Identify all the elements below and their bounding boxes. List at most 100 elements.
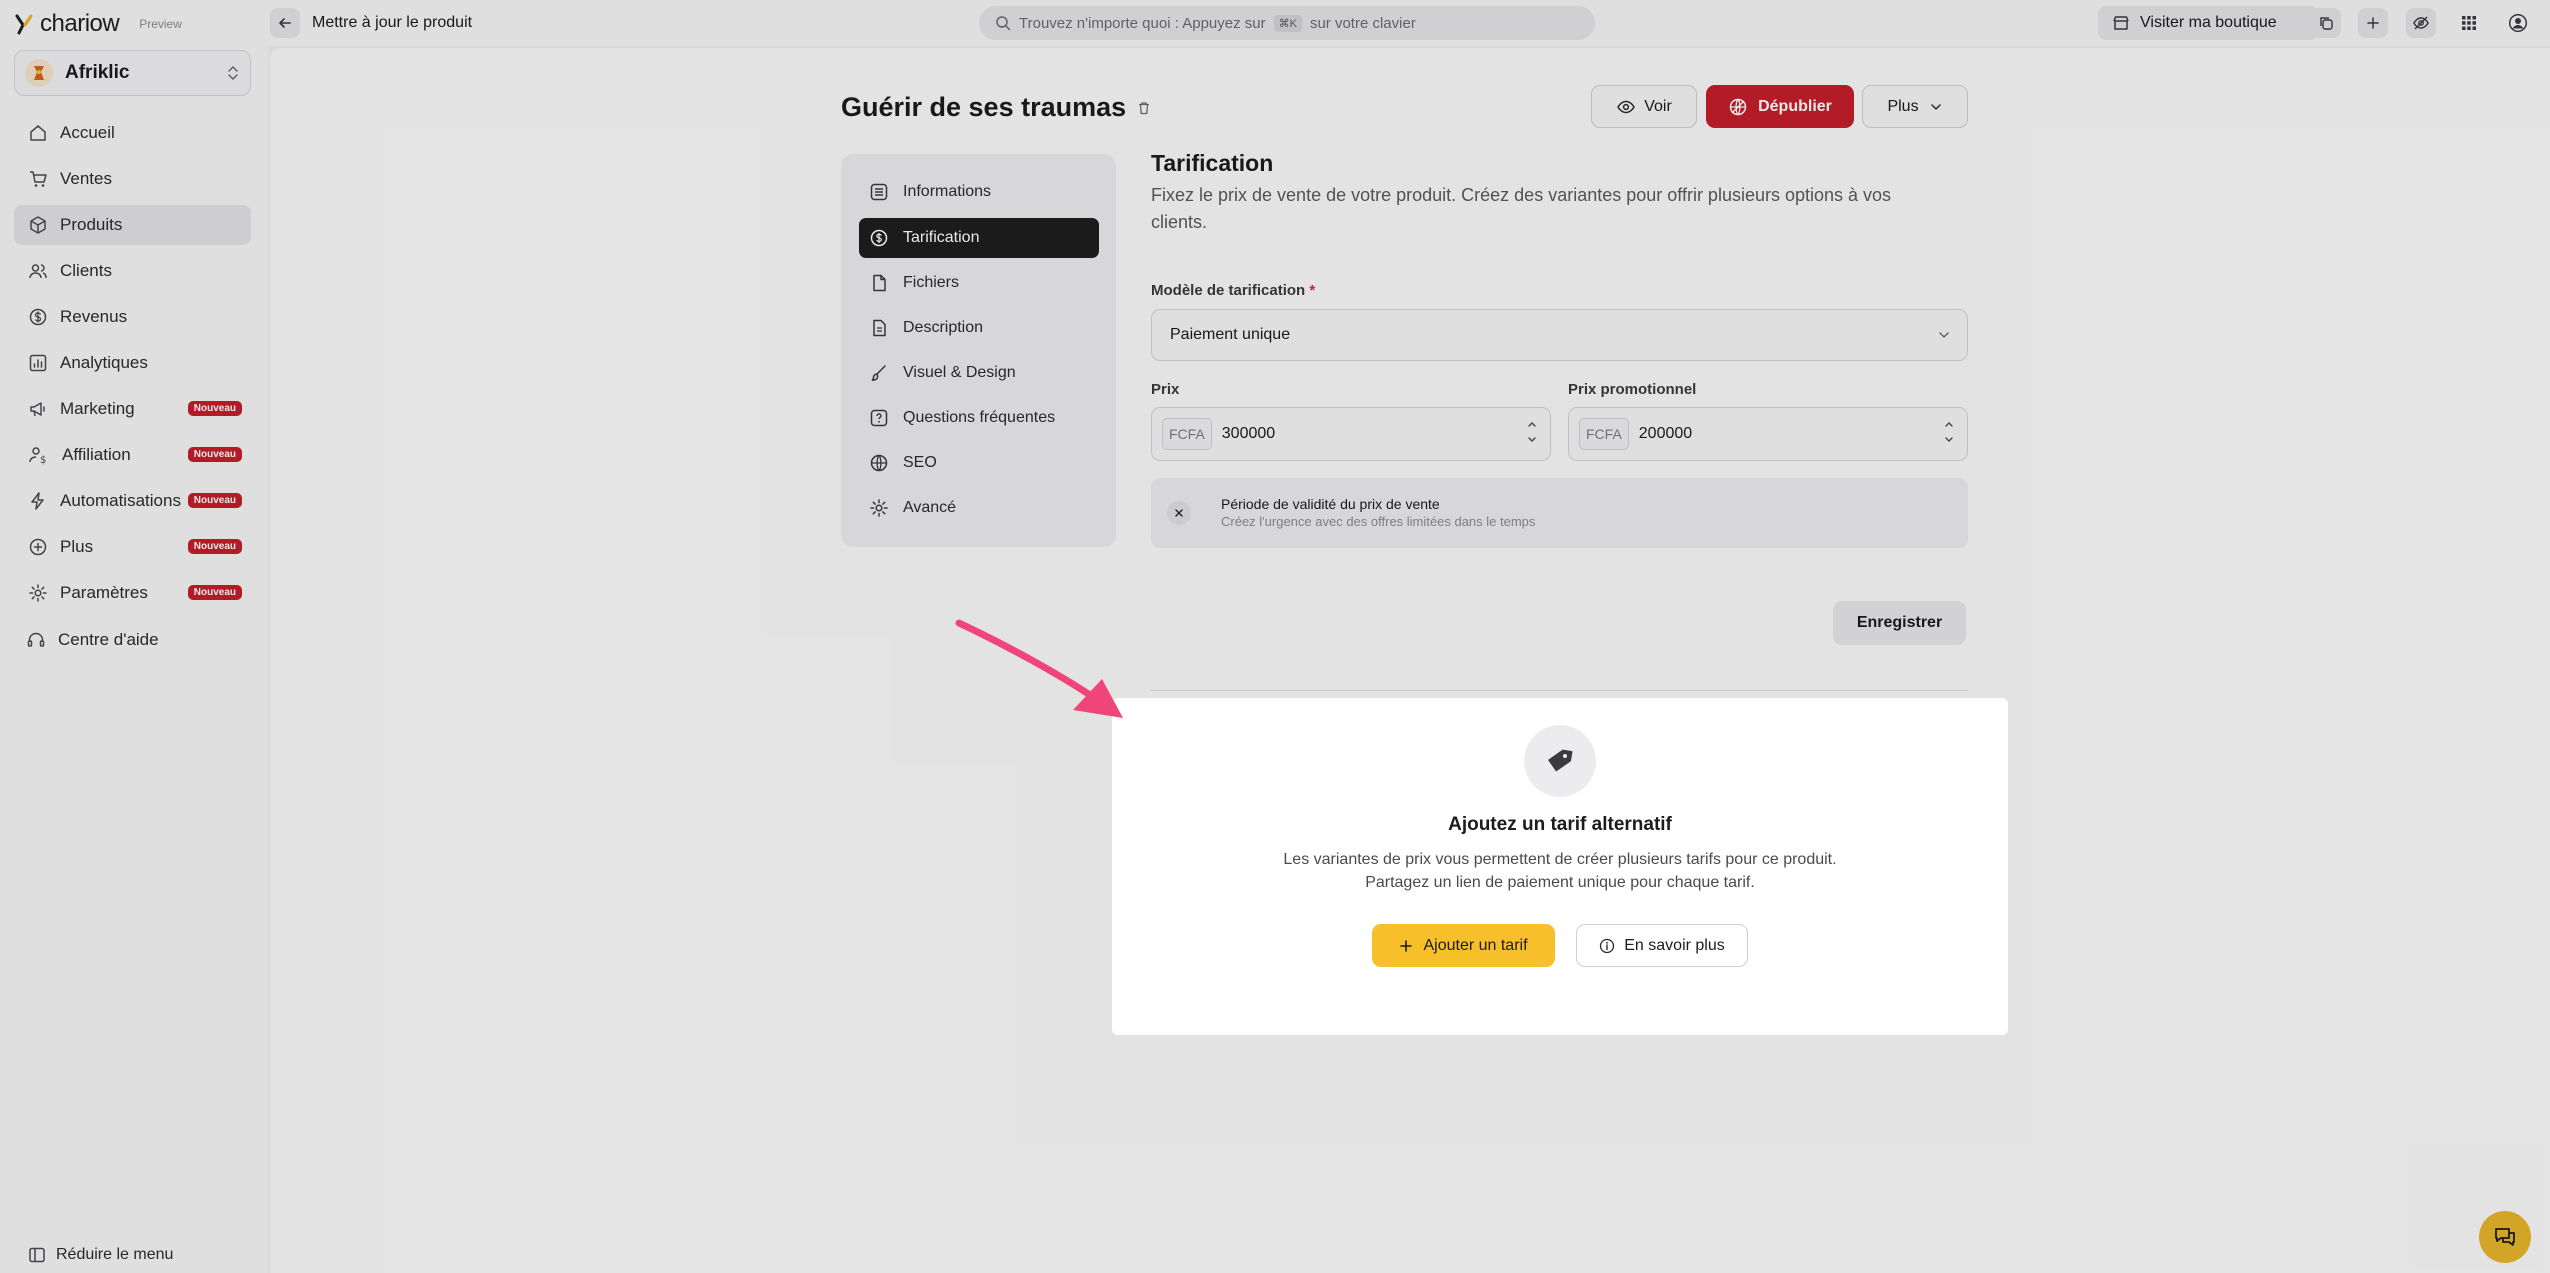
brush-icon — [871, 365, 886, 381]
new-badge: Nouveau — [187, 493, 242, 508]
store-selector[interactable]: Afriklic — [14, 50, 251, 96]
tab-label: Avancé — [903, 499, 957, 516]
page-title: Mettre à jour le produit — [312, 14, 473, 31]
more-dropdown-button[interactable]: Plus — [1862, 85, 1968, 128]
preview-tag: Preview — [139, 17, 182, 31]
promo-price-value: 200000 — [1638, 425, 1693, 442]
tab-questions[interactable]: Questions fréquentes — [859, 398, 1099, 438]
unpublish-label: Dépublier — [1758, 97, 1832, 115]
learn-more-label: En savoir plus — [1624, 936, 1725, 954]
price-tag-badge — [1524, 725, 1596, 797]
sidebar-item-label: Marketing — [60, 399, 135, 418]
chevron-up-icon[interactable] — [1943, 418, 1955, 430]
tab-fichiers[interactable]: Fichiers — [859, 263, 1099, 303]
chevron-up-icon[interactable] — [1526, 418, 1538, 430]
tab-avance[interactable]: Avancé — [859, 488, 1099, 528]
section-divider — [1151, 690, 1968, 691]
tab-label: Questions fréquentes — [903, 409, 1056, 426]
arrow-left-icon — [279, 18, 291, 28]
sidebar-item-revenus[interactable]: Revenus — [14, 297, 251, 337]
promo-price-stepper[interactable] — [1943, 418, 1955, 446]
chevron-down-icon[interactable] — [1526, 434, 1538, 446]
tab-description[interactable]: Description — [859, 308, 1099, 348]
question-icon — [870, 409, 888, 427]
copy-button[interactable] — [2311, 8, 2341, 38]
support-chat-button[interactable] — [2479, 1211, 2531, 1263]
tab-label: Visuel & Design — [903, 364, 1016, 381]
home-icon — [30, 125, 46, 141]
section-description: Fixez le prix de vente de votre produit.… — [1151, 185, 1892, 232]
bolt-icon — [31, 492, 44, 510]
sidebar-item-marketing[interactable]: Marketing Nouveau — [14, 389, 251, 429]
price-label: Prix — [1151, 381, 1180, 398]
sidebar-item-label: Analytiques — [60, 353, 148, 372]
product-tabs: Informations Tarification Fichiers Descr… — [841, 154, 1116, 547]
apps-button[interactable] — [2454, 8, 2484, 38]
sidebar-item-label: Ventes — [60, 169, 112, 188]
validity-toggle[interactable] — [1167, 501, 1191, 525]
chariow-logo-icon — [15, 14, 33, 35]
back-button[interactable] — [270, 8, 300, 38]
view-button[interactable]: Voir — [1591, 85, 1697, 128]
tab-informations[interactable]: Informations — [859, 172, 1099, 212]
tab-tarification[interactable]: Tarification — [859, 218, 1099, 258]
learn-more-button[interactable]: En savoir plus — [1576, 924, 1748, 967]
sidebar-item-plus[interactable]: Plus Nouveau — [14, 527, 251, 567]
save-button[interactable]: Enregistrer — [1833, 601, 1966, 645]
money-icon — [29, 308, 47, 326]
price-input[interactable]: FCFA 300000 — [1151, 407, 1551, 461]
sidebar-item-accueil[interactable]: Accueil — [14, 113, 251, 153]
new-badge: Nouveau — [187, 585, 242, 600]
pricing-model-select[interactable]: Paiement unique — [1151, 309, 1968, 361]
sidebar-item-clients[interactable]: Clients — [14, 251, 251, 291]
grid-icon — [2462, 16, 2476, 30]
sidebar-item-aide[interactable]: Centre d'aide — [14, 620, 251, 660]
tab-label: Description — [903, 319, 984, 336]
copy-icon — [2320, 17, 2333, 30]
validity-period-panel: Période de validité du prix de vente Cré… — [1151, 478, 1968, 548]
sidebar-item-affiliation[interactable]: $ Affiliation Nouveau — [14, 435, 251, 475]
price-tag-icon — [1548, 749, 1573, 772]
chart-icon — [29, 354, 47, 372]
visibility-button[interactable] — [2406, 8, 2436, 38]
svg-text:$: $ — [40, 455, 46, 465]
brand-logo[interactable]: chariow Preview — [14, 10, 182, 38]
plus-icon — [1400, 939, 1413, 952]
add-button[interactable] — [2358, 8, 2388, 38]
sidebar-toggle-icon — [29, 1247, 45, 1263]
eye-icon — [1617, 100, 1636, 113]
tab-seo[interactable]: SEO — [859, 443, 1099, 483]
promo-price-input[interactable]: FCFA 200000 — [1568, 407, 1968, 461]
close-icon — [1175, 509, 1183, 517]
unpublish-button[interactable]: Dépublier — [1706, 85, 1854, 128]
add-price-button[interactable]: Ajouter un tarif — [1372, 924, 1555, 967]
chevron-down-icon[interactable] — [1943, 434, 1955, 446]
more-label: Plus — [1887, 97, 1919, 115]
sidebar-item-analytiques[interactable]: Analytiques — [14, 343, 251, 383]
search-input[interactable]: Trouvez n'importe quoi : Appuyez sur ⌘K … — [979, 6, 1595, 40]
sidebar-item-label: Produits — [60, 215, 123, 234]
collapse-menu-button[interactable]: Réduire le menu — [28, 1246, 173, 1264]
document-icon — [873, 319, 886, 337]
info-icon — [1600, 938, 1615, 953]
sidebar-item-automatisations[interactable]: Automatisations Nouveau — [14, 481, 251, 521]
tab-label: SEO — [903, 454, 937, 471]
visit-store-button[interactable]: Visiter ma boutique — [2098, 6, 2318, 40]
price-stepper[interactable] — [1526, 418, 1538, 446]
account-button[interactable] — [2503, 8, 2533, 38]
eye-off-icon — [2413, 16, 2429, 30]
variants-title: Ajoutez un tarif alternatif — [1448, 814, 1672, 835]
new-badge: Nouveau — [187, 447, 242, 462]
sidebar-item-ventes[interactable]: Ventes — [14, 159, 251, 199]
sidebar-item-produits[interactable]: Produits — [14, 205, 251, 245]
trash-icon[interactable] — [1136, 100, 1152, 116]
price-value: 300000 — [1221, 425, 1276, 442]
cart-icon — [30, 171, 47, 187]
new-badge: Nouveau — [187, 539, 242, 554]
list-icon — [870, 183, 888, 201]
shortcut-badge: ⌘K — [1273, 14, 1302, 32]
sidebar-item-parametres[interactable]: Paramètres Nouveau — [14, 573, 251, 613]
tab-visuel-design[interactable]: Visuel & Design — [859, 353, 1099, 393]
tab-label: Informations — [903, 183, 992, 200]
affiliate-icon: $ — [29, 447, 46, 465]
